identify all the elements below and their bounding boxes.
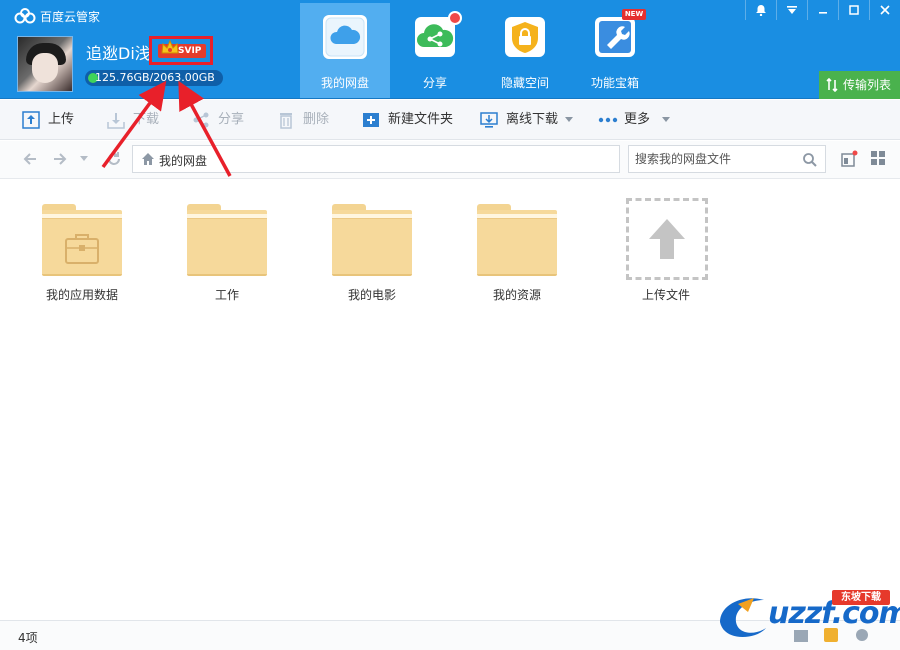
menu-dropdown-icon <box>787 6 797 14</box>
home-icon[interactable] <box>141 152 155 166</box>
share-button[interactable]: 分享 <box>192 100 244 140</box>
breadcrumb-current[interactable]: 我的网盘 <box>159 152 207 169</box>
folder-item[interactable]: 我的资源 <box>462 198 572 308</box>
file-name: 我的电影 <box>347 288 396 302</box>
trash-icon <box>280 113 292 129</box>
new-folder-button[interactable]: 新建文件夹 <box>362 100 453 140</box>
notification-dot <box>448 11 462 25</box>
breadcrumb[interactable]: 我的网盘 <box>132 145 620 173</box>
storage-quota-text: 125.76GB/2063.00GB <box>95 71 215 84</box>
watermark-mini-icons <box>794 628 868 642</box>
refresh-icon[interactable] <box>106 151 122 167</box>
user-name[interactable]: 追逖Di浅 <box>86 40 151 64</box>
folder-icon <box>187 204 267 276</box>
search-box[interactable] <box>628 145 826 173</box>
app-data-folder-icon <box>42 204 122 276</box>
maximize-icon <box>849 5 859 15</box>
app-title: 百度云管家 <box>40 10 101 24</box>
menu-button[interactable] <box>776 0 807 20</box>
close-button[interactable] <box>869 0 900 20</box>
bell-icon <box>756 5 766 16</box>
upload-arrow-icon <box>649 219 685 259</box>
watermark-logo: uzzf.com 东坡下载 <box>714 584 900 644</box>
upload-icon <box>22 111 40 129</box>
upload-placeholder <box>626 198 708 280</box>
notification-bell-button[interactable] <box>745 0 776 20</box>
transfer-arrows-icon <box>826 78 838 92</box>
file-name: 上传文件 <box>641 288 690 302</box>
file-grid: 我的应用数据 工作 我的电影 我的资源 上传文件 <box>0 180 900 620</box>
transfer-list-button[interactable]: 传输列表 <box>819 71 900 99</box>
item-count: 4项 <box>18 631 38 645</box>
avatar[interactable] <box>17 36 73 92</box>
watermark-swirl-icon <box>720 598 766 638</box>
baidu-cloud-logo-icon <box>14 8 36 24</box>
tab-share[interactable]: 分享 <box>390 3 480 98</box>
storage-quota-bar: 125.76GB/2063.00GB <box>85 70 223 86</box>
history-dropdown-icon[interactable] <box>80 156 88 162</box>
new-badge: NEW <box>622 9 646 20</box>
file-name: 工作 <box>214 288 239 302</box>
offline-download-dropdown-icon[interactable] <box>565 117 573 122</box>
wrench-icon <box>593 15 637 59</box>
file-name: 我的资源 <box>492 288 541 302</box>
svip-badge[interactable]: SVIP <box>158 39 206 58</box>
window-controls <box>745 0 900 20</box>
grid-view-icon[interactable] <box>870 150 886 166</box>
offline-download-button[interactable]: 离线下载 <box>480 100 558 140</box>
forward-arrow-icon[interactable] <box>52 151 68 167</box>
folder-item[interactable]: 我的应用数据 <box>27 198 137 308</box>
upload-file-tile[interactable]: 上传文件 <box>611 198 721 308</box>
toolbar: 上传 下载 分享 删除 新建文件夹 离线下载 更多 <box>0 100 900 140</box>
folder-icon <box>332 204 412 276</box>
tab-hidden-space[interactable]: 隐藏空间 <box>480 3 570 98</box>
app-header: 百度云管家 追逖Di浅 SVIP 125.76GB/2063.00GB 我的网盘 <box>0 0 900 99</box>
download-icon <box>107 113 125 129</box>
thumbnail-view-icon[interactable] <box>841 150 859 168</box>
cloud-icon <box>323 15 367 59</box>
maximize-button[interactable] <box>838 0 869 20</box>
back-arrow-icon[interactable] <box>22 151 38 167</box>
search-icon[interactable] <box>802 152 818 168</box>
upload-button[interactable]: 上传 <box>22 100 74 140</box>
more-dropdown-icon[interactable] <box>662 117 670 122</box>
share-icon <box>193 112 209 128</box>
new-folder-icon <box>363 113 379 127</box>
delete-button[interactable]: 删除 <box>277 100 329 140</box>
briefcase-icon <box>65 234 99 264</box>
crown-icon <box>161 39 179 54</box>
minimize-icon <box>819 12 827 14</box>
download-button[interactable]: 下载 <box>107 100 159 140</box>
more-button[interactable]: 更多 <box>598 100 650 140</box>
folder-item[interactable]: 工作 <box>172 198 282 308</box>
folder-icon <box>477 204 557 276</box>
minimize-button[interactable] <box>807 0 838 20</box>
offline-download-icon <box>480 112 498 128</box>
watermark-ribbon: 东坡下载 <box>832 590 890 605</box>
search-input[interactable] <box>635 151 795 167</box>
address-row: 我的网盘 <box>0 141 900 179</box>
lock-icon <box>503 15 547 59</box>
close-icon <box>880 5 890 15</box>
tab-my-netdisk[interactable]: 我的网盘 <box>300 3 390 98</box>
svip-highlight-box: SVIP <box>149 36 213 65</box>
more-dots-icon <box>598 117 618 123</box>
tab-toolbox[interactable]: NEW 功能宝箱 <box>570 3 660 98</box>
folder-item[interactable]: 我的电影 <box>317 198 427 308</box>
file-name: 我的应用数据 <box>45 288 118 302</box>
